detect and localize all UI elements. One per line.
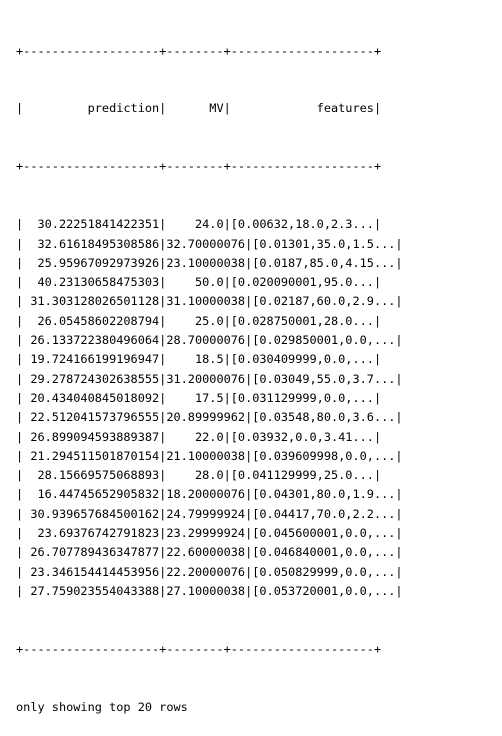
table-row: | 26.05458602208794| 25.0|[0.028750001,2… — [16, 313, 382, 328]
table-border-bottom: +-------------------+--------+----------… — [16, 641, 382, 656]
console-output: +-------------------+--------+----------… — [16, 3, 403, 736]
table-row: | 29.278724302638555|31.20000076|[0.0304… — [16, 371, 403, 386]
table-row: | 28.15669575068893| 28.0|[0.041129999,2… — [16, 468, 382, 483]
table-row: | 22.512041573796555|20.89999962|[0.0354… — [16, 410, 403, 425]
table-row: | 26.133722380496064|28.70000076|[0.0298… — [16, 333, 403, 348]
table-row: | 40.23130658475303| 50.0|[0.020090001,9… — [16, 275, 382, 290]
table-row: | 16.44745652905832|18.20000076|[0.04301… — [16, 487, 403, 502]
table-row: | 30.939657684500162|24.79999924|[0.0441… — [16, 506, 403, 521]
table-row: | 19.724166199196947| 18.5|[0.030409999,… — [16, 352, 382, 367]
table-row: | 30.22251841422351| 24.0|[0.00632,18.0,… — [16, 217, 382, 232]
table-row: | 20.434040845018092| 17.5|[0.031129999,… — [16, 390, 382, 405]
table-row: | 21.294511501870154|21.10000038|[0.0396… — [16, 448, 403, 463]
table-row: | 27.759023554043388|27.10000038|[0.0537… — [16, 583, 403, 598]
table-header-row: | prediction| MV| features| — [16, 101, 382, 116]
table-row: | 26.707789436347877|22.60000038|[0.0468… — [16, 545, 403, 560]
table-border-top: +-------------------+--------+----------… — [16, 43, 382, 58]
table-row: | 23.69376742791823|23.29999924|[0.04560… — [16, 526, 403, 541]
table-row: | 32.61618495308586|32.70000076|[0.01301… — [16, 236, 403, 251]
table-body: | 30.22251841422351| 24.0|[0.00632,18.0,… — [16, 215, 403, 601]
table-row: | 26.899094593889387| 22.0|[0.03932,0.0,… — [16, 429, 382, 444]
table-row: | 23.346154414453956|22.20000076|[0.0508… — [16, 564, 403, 579]
table-border-header: +-------------------+--------+----------… — [16, 159, 382, 174]
table-row: | 31.303128026501128|31.10000038|[0.0218… — [16, 294, 403, 309]
row-limit-note: only showing top 20 rows — [16, 699, 188, 714]
table-row: | 25.95967092973926|23.10000038|[0.0187,… — [16, 255, 403, 270]
